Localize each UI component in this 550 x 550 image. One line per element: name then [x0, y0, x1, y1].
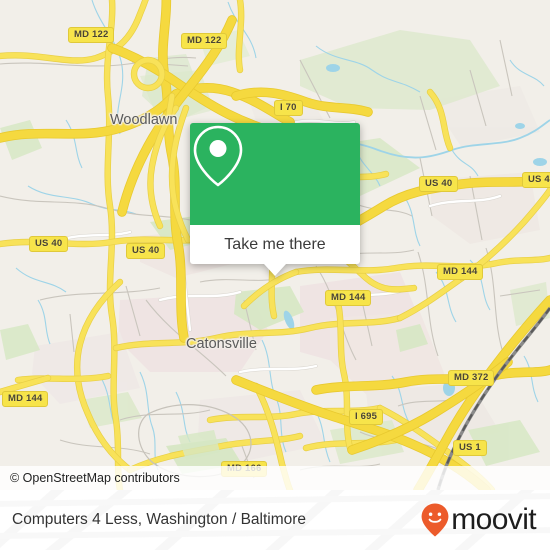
- popup-tail: [264, 264, 286, 276]
- road-shield-us-40-central: US 40: [126, 243, 166, 259]
- map-attribution-bar: © OpenStreetMap contributors: [0, 466, 550, 490]
- map-canvas[interactable]: .w { fill:none; stroke:#9ed4e8; stroke-w…: [0, 0, 550, 490]
- moovit-logo[interactable]: moovit: [420, 502, 537, 538]
- moovit-smiley-pin-icon: [421, 503, 449, 537]
- road-shield-us-1: US 1: [453, 440, 487, 456]
- road-shield-us-40-west: US 40: [29, 236, 69, 252]
- road-shield-md-372: MD 372: [448, 370, 495, 386]
- popup-header: [190, 123, 360, 225]
- map-attribution-text: © OpenStreetMap contributors: [10, 471, 180, 485]
- popup-action-label: Take me there: [224, 235, 326, 253]
- road-shield-md-144-west: MD 144: [2, 391, 49, 407]
- road-shield-us-40-far-east: US 40: [522, 172, 550, 188]
- moovit-wordmark: moovit: [451, 503, 536, 536]
- map-screenshot: .w { fill:none; stroke:#9ed4e8; stroke-w…: [0, 0, 550, 550]
- road-shield-i-70: I 70: [274, 100, 303, 116]
- place-label-woodlawn: Woodlawn: [110, 112, 178, 128]
- road-shield-md-144-east: MD 144: [437, 264, 484, 280]
- road-shield-md-144-central: MD 144: [325, 290, 372, 306]
- footer-bar: Computers 4 Less, Washington / Baltimore…: [0, 490, 550, 550]
- road-shield-i-695: I 695: [349, 409, 384, 425]
- map-pin-icon: [193, 125, 243, 187]
- place-label-catonsville: Catonsville: [186, 336, 257, 352]
- road-shield-md-122-east: MD 122: [181, 33, 228, 49]
- popup-action[interactable]: Take me there: [190, 225, 360, 264]
- page-title: Computers 4 Less, Washington / Baltimore: [12, 511, 307, 528]
- take-me-there-popup[interactable]: Take me there: [190, 123, 360, 276]
- road-shield-us-40-east: US 40: [419, 176, 459, 192]
- road-shield-md-122-west: MD 122: [68, 27, 115, 43]
